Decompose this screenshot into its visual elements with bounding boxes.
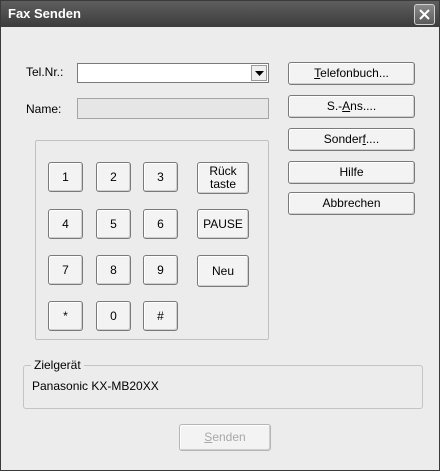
special-post: .... xyxy=(365,132,380,146)
special-pre: Sonder xyxy=(323,132,363,146)
key-label: # xyxy=(157,308,164,323)
target-device-value: Panasonic KX-MB20XX xyxy=(32,379,159,393)
send-button[interactable]: Senden xyxy=(179,424,271,451)
key-label: 6 xyxy=(157,216,164,231)
close-button[interactable] xyxy=(414,4,435,25)
phonebook-label: Telefonbuch... xyxy=(314,67,389,80)
backspace-button[interactable]: Rück taste xyxy=(197,162,249,194)
s-ans-label: S.-Ans.... xyxy=(327,100,376,113)
new-button[interactable]: Neu xyxy=(197,255,249,287)
pause-button[interactable]: PAUSE xyxy=(197,209,249,239)
send-rest: enden xyxy=(212,430,246,444)
key-3[interactable]: 3 xyxy=(143,162,178,192)
key-label: 1 xyxy=(62,169,69,184)
help-label: Hilfe xyxy=(339,165,364,179)
key-label: 7 xyxy=(62,262,69,277)
tel-dropdown-button[interactable] xyxy=(251,65,267,81)
dialog-title: Fax Senden xyxy=(8,6,81,21)
key-star[interactable]: * xyxy=(48,301,83,331)
cancel-button[interactable]: Abbrechen xyxy=(288,192,415,215)
key-8[interactable]: 8 xyxy=(96,255,131,285)
special-label: Sonderf.... xyxy=(324,133,379,146)
phonebook-rest: elefonbuch... xyxy=(320,66,389,80)
s-ans-accel: A xyxy=(342,99,351,113)
tel-number-combobox[interactable] xyxy=(77,63,269,83)
cancel-label: Abbrechen xyxy=(322,196,381,210)
key-7[interactable]: 7 xyxy=(48,255,83,285)
s-ans-pre: S.- xyxy=(326,99,343,113)
key-4[interactable]: 4 xyxy=(48,209,83,239)
s-ans-post: ns.... xyxy=(350,99,377,113)
phonebook-button[interactable]: Telefonbuch... xyxy=(288,62,415,85)
send-label: Senden xyxy=(204,431,245,444)
key-0[interactable]: 0 xyxy=(96,301,131,331)
title-bar: Fax Senden xyxy=(1,1,439,27)
chevron-down-icon xyxy=(255,71,264,76)
key-label: 5 xyxy=(110,216,117,231)
key-hash[interactable]: # xyxy=(143,301,178,331)
close-icon xyxy=(419,9,430,20)
help-button[interactable]: Hilfe xyxy=(288,161,415,184)
key-label: 9 xyxy=(157,262,164,277)
new-label: Neu xyxy=(211,263,234,278)
key-5[interactable]: 5 xyxy=(96,209,131,239)
fax-send-dialog: Fax Senden Tel.Nr.: Name: Telefonbuch...… xyxy=(0,0,440,471)
pause-label: PAUSE xyxy=(203,216,243,231)
key-6[interactable]: 6 xyxy=(143,209,178,239)
tel-label: Tel.Nr.: xyxy=(26,65,64,79)
s-ans-button[interactable]: S.-Ans.... xyxy=(288,95,415,118)
name-label: Name: xyxy=(26,102,62,116)
special-function-button[interactable]: Sonderf.... xyxy=(288,128,415,151)
key-label: 0 xyxy=(110,308,117,323)
key-label: 8 xyxy=(110,262,117,277)
target-device-title: Zielgerät xyxy=(31,358,84,372)
key-label: 4 xyxy=(62,216,69,231)
key-2[interactable]: 2 xyxy=(96,162,131,192)
key-label: 2 xyxy=(110,169,117,184)
name-field xyxy=(77,98,269,119)
key-label: 3 xyxy=(157,169,164,184)
backspace-label-line2: taste xyxy=(209,177,236,191)
key-label: * xyxy=(63,308,68,323)
key-9[interactable]: 9 xyxy=(143,255,178,285)
key-1[interactable]: 1 xyxy=(48,162,83,192)
